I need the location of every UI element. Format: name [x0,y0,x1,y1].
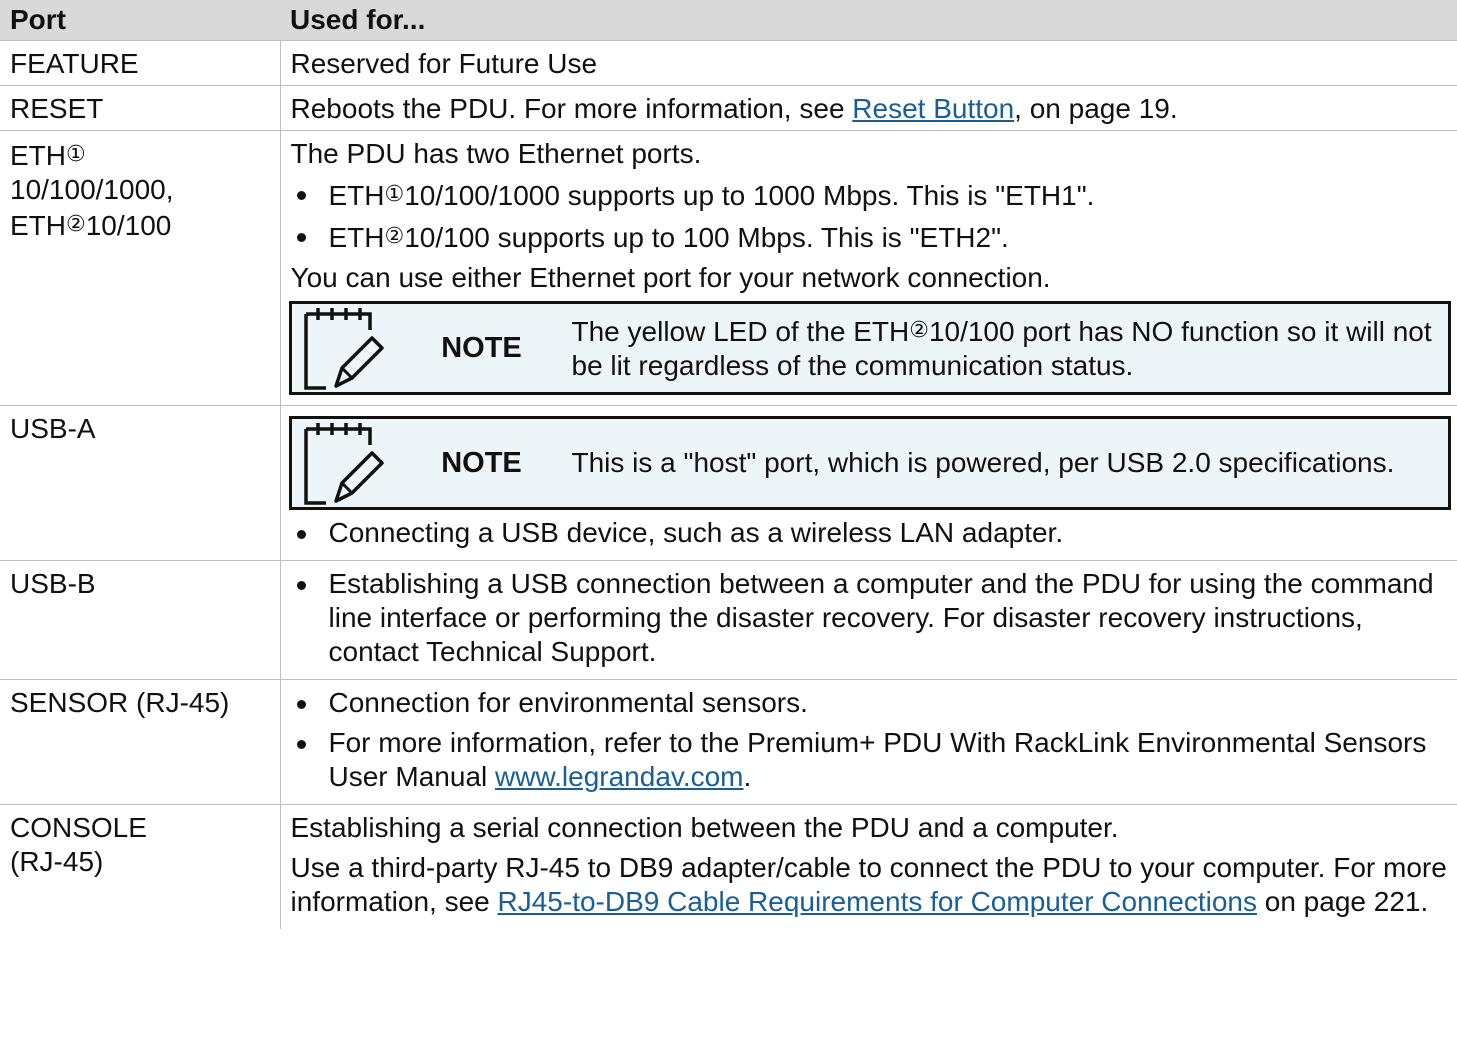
table-row-eth: ETH① 10/100/1000, ETH②10/100 The PDU has… [0,130,1457,406]
list-item: Connecting a USB device, such as a wirel… [291,516,1452,550]
port-text: 10/100 [85,210,172,241]
notepad-pencil-icon [292,304,392,392]
note-box: NOTE The yellow LED of the ETH②10/100 po… [288,301,1451,395]
description-text: Reboots the PDU. For more information, s… [290,93,853,124]
circled-one-symbol: ① [66,141,86,166]
list-item: Establishing a USB connection between a … [291,567,1452,669]
list-item: For more information, refer to the Premi… [291,726,1452,794]
port-cell: CONSOLE (RJ-45) [0,804,281,929]
note-box: NOTE This is a "host" port, which is pow… [288,416,1451,510]
eth-bullet-list: ETH①10/100/1000 supports up to 1000 Mbps… [291,177,1452,255]
console-p1: Establishing a serial connection between… [290,812,1119,843]
legrandav-link[interactable]: www.legrandav.com [495,761,743,792]
list-item: Connection for environmental sensors. [291,686,1452,720]
description-cell: Reboots the PDU. For more information, s… [280,85,1457,131]
sensor-bullet-list: Connection for environmental sensors. Fo… [291,686,1452,794]
port-line: (RJ-45) [10,846,104,877]
console-p2: Use a third-party RJ-45 to DB9 adapter/c… [290,852,1447,917]
note-label: NOTE [441,332,522,364]
eth-after: You can use either Ethernet port for you… [290,262,1051,293]
port-cell: FEATURE [0,40,281,86]
port-line: ETH②10/100 [10,207,274,243]
note-text: This is a "host" port, which is powered,… [571,447,1395,478]
notepad-pencil-icon [292,419,392,507]
port-cell: SENSOR (RJ-45) [0,679,281,805]
port-cell: RESET [0,85,281,131]
description-text: Reserved for Future Use [290,48,598,79]
description-text: , on page 19. [1014,93,1178,124]
port-cell: USB-B [0,560,281,680]
reset-button-link[interactable]: Reset Button [852,93,1014,124]
note-text: The yellow LED of the ETH②10/100 port ha… [571,316,1432,381]
description-cell: Establishing a USB connection between a … [280,560,1457,680]
table-row-console: CONSOLE (RJ-45) Establishing a serial co… [0,804,1457,929]
header-port: Port [0,0,280,41]
table-row-usb-b: USB-B Establishing a USB connection betw… [0,560,1457,680]
circled-two-symbol: ② [909,317,929,342]
header-used-for: Used for... [280,0,1457,41]
list-item: ETH②10/100 supports up to 100 Mbps. This… [291,219,1452,255]
port-text: ETH [10,140,66,171]
rj45-cable-requirements-link[interactable]: RJ45-to-DB9 Cable Requirements for Compu… [498,886,1257,917]
port-text: ETH [10,210,66,241]
usb-b-bullet-list: Establishing a USB connection between a … [291,567,1452,669]
description-cell: The PDU has two Ethernet ports. ETH①10/1… [280,130,1457,406]
port-cell: ETH① 10/100/1000, ETH②10/100 [0,130,281,406]
port-line: ETH① [10,137,274,173]
circled-two-symbol: ② [384,223,405,248]
table-header-row: Port Used for... [0,0,1457,41]
circled-two-symbol: ② [66,211,86,236]
eth-intro: The PDU has two Ethernet ports. [290,138,702,169]
description-cell: Establishing a serial connection between… [280,804,1457,929]
ports-table: Port Used for... FEATURE Reserved for Fu… [0,0,1457,929]
description-cell: Connection for environmental sensors. Fo… [280,679,1457,805]
table-row-feature: FEATURE Reserved for Future Use [0,40,1457,86]
description-cell: Reserved for Future Use [280,40,1457,86]
port-cell: USB-A [0,405,281,561]
table-row-usb-a: USB-A NOTE This is a "host" port, which … [0,405,1457,561]
table-row-sensor: SENSOR (RJ-45) Connection for environmen… [0,679,1457,805]
port-line: 10/100/1000, [10,174,174,205]
circled-one-symbol: ① [384,181,405,206]
table-row-reset: RESET Reboots the PDU. For more informat… [0,85,1457,131]
list-item: ETH①10/100/1000 supports up to 1000 Mbps… [291,177,1452,213]
port-line: CONSOLE [10,812,147,843]
description-cell: NOTE This is a "host" port, which is pow… [280,405,1457,561]
note-label: NOTE [441,447,522,479]
usb-a-bullet-list: Connecting a USB device, such as a wirel… [291,516,1452,550]
